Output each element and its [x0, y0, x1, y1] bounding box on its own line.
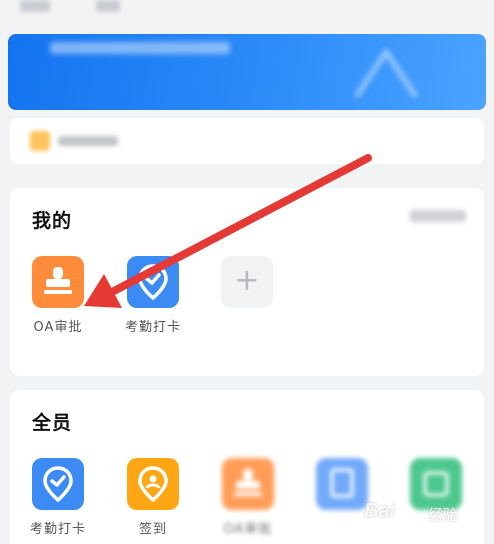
watermark-brand: Bai	[364, 500, 396, 522]
notice-text-blurred	[58, 136, 118, 146]
plus-icon: +	[221, 256, 273, 308]
my-apps-card: 我的 OA审批 考勤打卡 +	[10, 188, 484, 376]
app-label: 考勤打卡	[124, 320, 181, 335]
top-tab-bar	[0, 0, 494, 26]
app-oa-approval[interactable]: OA审批	[18, 256, 98, 335]
watermark: Bai 经验	[364, 498, 474, 528]
app-oa-approval[interactable]: OA审批	[208, 458, 288, 537]
stamp-icon	[222, 458, 274, 510]
location-check-icon	[127, 256, 179, 308]
stamp-icon	[32, 256, 84, 308]
top-tab-blurred[interactable]	[96, 0, 120, 12]
banner-text-blurred	[50, 42, 230, 54]
notice-card[interactable]	[10, 118, 484, 164]
app-label: OA审批	[33, 320, 83, 335]
top-tab-blurred[interactable]	[20, 0, 50, 12]
section-title-all: 全员	[32, 412, 73, 434]
add-app-button[interactable]: +	[207, 256, 287, 308]
app-attendance[interactable]: 考勤打卡	[18, 458, 98, 537]
section-title-mine: 我的	[32, 210, 73, 232]
app-label: 签到	[138, 522, 167, 537]
location-person-icon	[127, 458, 179, 510]
watermark-sub: 经验	[428, 506, 459, 524]
app-attendance[interactable]: 考勤打卡	[113, 256, 193, 335]
app-label: OA审批	[223, 522, 273, 537]
promo-banner[interactable]	[8, 34, 486, 110]
manage-link-blurred[interactable]	[410, 210, 466, 222]
document-icon	[316, 458, 368, 510]
banner-illustration	[353, 47, 419, 99]
app-sign-in[interactable]: 签到	[113, 458, 193, 537]
notice-icon	[30, 131, 50, 151]
location-check-icon	[32, 458, 84, 510]
app-label: 考勤打卡	[29, 522, 86, 537]
